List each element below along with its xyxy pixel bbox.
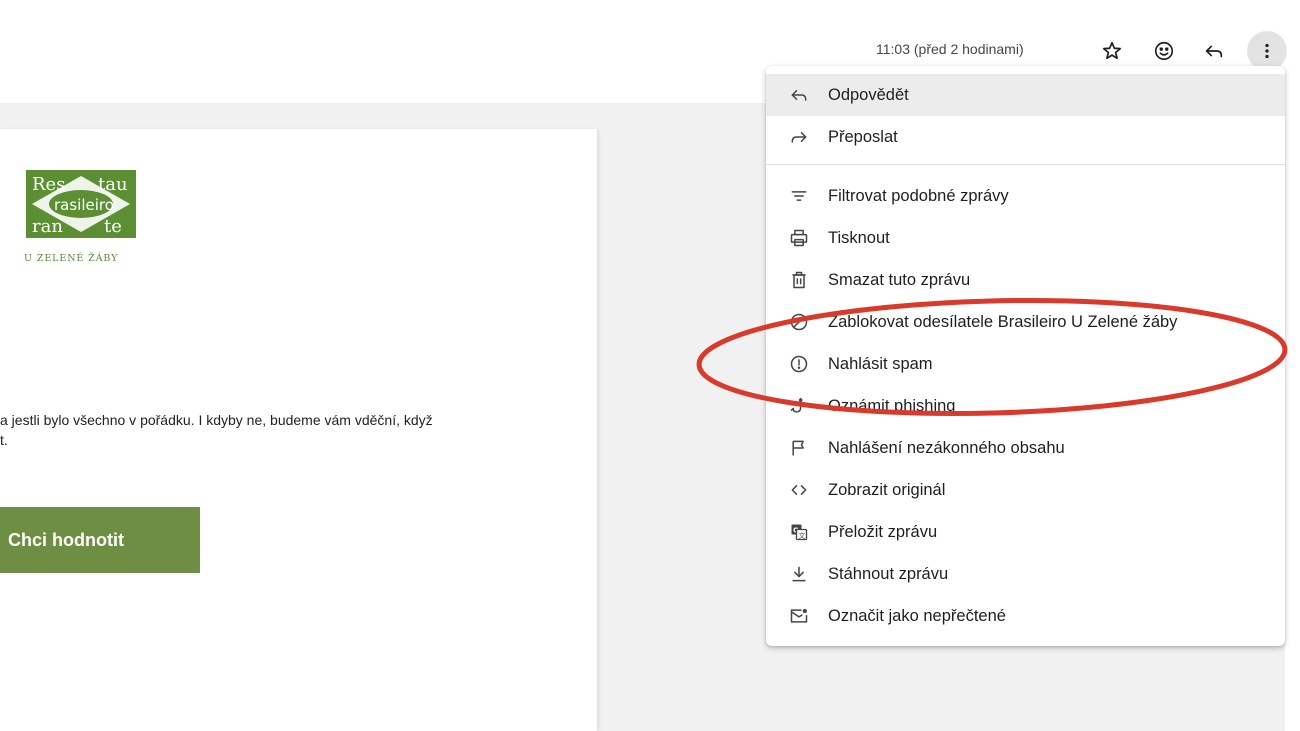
- menu-item-delete[interactable]: Smazat tuto zprávu: [766, 259, 1285, 301]
- menu-item-label: Přeložit zprávu: [828, 522, 938, 541]
- trash-icon: [788, 269, 810, 291]
- print-icon: [788, 227, 810, 249]
- more-options-button[interactable]: [1247, 31, 1287, 71]
- menu-item-report-illegal[interactable]: Nahlášení nezákonného obsahu: [766, 427, 1285, 469]
- menu-divider: [766, 164, 1285, 165]
- menu-item-show-original[interactable]: Zobrazit originál: [766, 469, 1285, 511]
- logo-caption: U ZELENÉ ŽÁBY: [24, 253, 119, 264]
- svg-text:文: 文: [799, 531, 806, 540]
- menu-item-filter[interactable]: Filtrovat podobné zprávy: [766, 175, 1285, 217]
- forward-icon: [788, 126, 810, 148]
- menu-item-label: Zablokovat odesílatele Brasileiro U Zele…: [828, 312, 1178, 331]
- menu-item-label: Zobrazit originál: [828, 480, 946, 499]
- mark-unread-icon: [788, 605, 810, 627]
- reply-icon: [788, 84, 810, 106]
- translate-icon: G 文: [788, 521, 810, 543]
- reply-icon[interactable]: [1199, 36, 1229, 66]
- menu-item-label: Označit jako nepřečtené: [828, 606, 1006, 625]
- restaurant-logo: Res tau rasileiro ran te U ZELENÉ ŽÁBY: [24, 168, 142, 264]
- menu-item-label: Filtrovat podobné zprávy: [828, 186, 1009, 205]
- more-vert-icon: [1265, 43, 1269, 59]
- menu-item-mark-unread[interactable]: Označit jako nepřečtené: [766, 595, 1285, 637]
- menu-item-forward[interactable]: Přeposlat: [766, 116, 1285, 158]
- svg-text:Res: Res: [32, 174, 65, 195]
- menu-item-translate[interactable]: G 文 Přeložit zprávu: [766, 511, 1285, 553]
- download-icon: [788, 563, 810, 585]
- menu-item-label: Tisknout: [828, 228, 890, 247]
- menu-item-reply[interactable]: Odpovědět: [766, 74, 1285, 116]
- body-line: a jestli bylo všechno v pořádku. I kdyby…: [0, 412, 433, 428]
- email-body-text: a jestli bylo všechno v pořádku. I kdyby…: [0, 410, 590, 450]
- flag-icon: [788, 437, 810, 459]
- message-actions-menu: Odpovědět Přeposlat Filtrovat podobné zp…: [766, 66, 1285, 646]
- menu-item-report-phishing[interactable]: Oznámit phishing: [766, 385, 1285, 427]
- message-timestamp: 11:03 (před 2 hodinami): [876, 41, 1024, 57]
- menu-item-label: Přeposlat: [828, 127, 898, 146]
- menu-item-download[interactable]: Stáhnout zprávu: [766, 553, 1285, 595]
- svg-text:tau: tau: [98, 174, 128, 195]
- logo-image: Res tau rasileiro ran te: [24, 168, 138, 240]
- body-line: t.: [0, 432, 8, 448]
- menu-item-label: Nahlášení nezákonného obsahu: [828, 438, 1065, 457]
- code-icon: [788, 479, 810, 501]
- filter-icon: [788, 185, 810, 207]
- menu-item-block-sender[interactable]: Zablokovat odesílatele Brasileiro U Zele…: [766, 301, 1285, 343]
- emoji-icon[interactable]: [1149, 36, 1179, 66]
- menu-item-label: Smazat tuto zprávu: [828, 270, 971, 289]
- menu-item-report-spam[interactable]: Nahlásit spam: [766, 343, 1285, 385]
- rate-button[interactable]: Chci hodnotit: [0, 507, 200, 573]
- menu-item-label: Stáhnout zprávu: [828, 564, 949, 583]
- svg-text:ran: ran: [32, 216, 63, 237]
- menu-item-label: Oznámit phishing: [828, 396, 956, 415]
- star-icon[interactable]: [1097, 36, 1127, 66]
- block-icon: [788, 311, 810, 333]
- phishing-icon: [788, 395, 810, 417]
- svg-text:te: te: [104, 216, 122, 237]
- menu-item-print[interactable]: Tisknout: [766, 217, 1285, 259]
- spam-icon: [788, 353, 810, 375]
- menu-item-label: Nahlásit spam: [828, 354, 933, 373]
- svg-text:rasileiro: rasileiro: [54, 196, 114, 214]
- menu-item-label: Odpovědět: [828, 85, 909, 104]
